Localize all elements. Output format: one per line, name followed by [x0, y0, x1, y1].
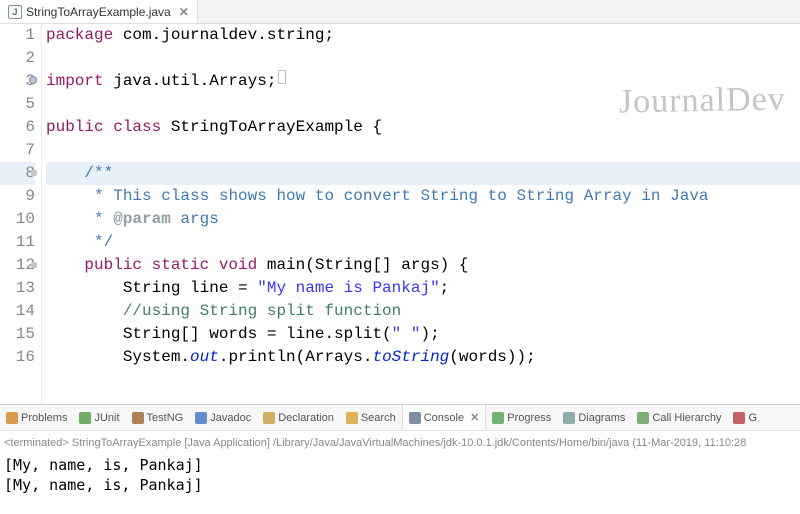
- fold-marker-icon[interactable]: [31, 170, 37, 176]
- view-tab-junit[interactable]: JUnit: [73, 405, 125, 430]
- view-tab-label: TestNG: [147, 412, 184, 424]
- view-tab-label: Declaration: [278, 412, 334, 424]
- close-icon[interactable]: ✕: [179, 5, 189, 19]
- view-tab-label: JUnit: [94, 412, 119, 424]
- java-file-icon: J: [8, 5, 22, 19]
- code-line[interactable]: * This class shows how to convert String…: [46, 185, 800, 208]
- view-tab-label: Console: [424, 412, 464, 424]
- view-tab-label: Diagrams: [578, 412, 625, 424]
- code-line[interactable]: [46, 47, 800, 70]
- view-tab-label: Progress: [507, 412, 551, 424]
- collapsed-indicator-icon[interactable]: [278, 70, 286, 84]
- testng-icon: [132, 412, 144, 424]
- javadoc-icon: [195, 412, 207, 424]
- g-icon: [733, 412, 745, 424]
- line-number: 3: [0, 70, 35, 93]
- view-tab-label: Call Hierarchy: [652, 412, 721, 424]
- code-line[interactable]: [46, 139, 800, 162]
- search-icon: [346, 412, 358, 424]
- view-tab-problems[interactable]: Problems: [0, 405, 73, 430]
- editor-tab-filename: StringToArrayExample.java: [26, 5, 171, 19]
- line-number-gutter: 1235678910111213141516: [0, 24, 42, 404]
- line-number: 2: [0, 47, 35, 70]
- progress-icon: [492, 412, 504, 424]
- line-number: 5: [0, 93, 35, 116]
- code-line[interactable]: [46, 93, 800, 116]
- code-content[interactable]: package com.journaldev.string; import jav…: [42, 24, 800, 404]
- code-line[interactable]: * @param args: [46, 208, 800, 231]
- problems-icon: [6, 412, 18, 424]
- view-tab-testng[interactable]: TestNG: [126, 405, 190, 430]
- line-number: 11: [0, 231, 35, 254]
- view-tab-label: Problems: [21, 412, 67, 424]
- close-icon[interactable]: ✕: [470, 411, 479, 424]
- view-tab-label: Javadoc: [210, 412, 251, 424]
- view-tab-call-hierarchy[interactable]: Call Hierarchy: [631, 405, 727, 430]
- console-output[interactable]: [My, name, is, Pankaj][My, name, is, Pan…: [0, 455, 800, 495]
- fold-marker-icon[interactable]: [31, 262, 37, 268]
- line-number: 9: [0, 185, 35, 208]
- editor-tab-bar: J StringToArrayExample.java ✕: [0, 0, 800, 24]
- code-line[interactable]: */: [46, 231, 800, 254]
- view-tab-diagrams[interactable]: Diagrams: [557, 405, 631, 430]
- code-line[interactable]: import java.util.Arrays;: [46, 70, 800, 93]
- editor-file-tab[interactable]: J StringToArrayExample.java ✕: [0, 0, 198, 23]
- code-line[interactable]: public static void main(String[] args) {: [46, 254, 800, 277]
- view-tab-javadoc[interactable]: Javadoc: [189, 405, 257, 430]
- view-tab-progress[interactable]: Progress: [486, 405, 557, 430]
- diagrams-icon: [563, 412, 575, 424]
- code-editor[interactable]: 1235678910111213141516 package com.journ…: [0, 24, 800, 404]
- junit-icon: [79, 412, 91, 424]
- line-number: 10: [0, 208, 35, 231]
- code-line[interactable]: String line = "My name is Pankaj";: [46, 277, 800, 300]
- view-tab-console[interactable]: Console ✕: [402, 405, 487, 430]
- code-line[interactable]: public class StringToArrayExample {: [46, 116, 800, 139]
- line-number: 14: [0, 300, 35, 323]
- code-line[interactable]: String[] words = line.split(" ");: [46, 323, 800, 346]
- console-line: [My, name, is, Pankaj]: [4, 475, 800, 495]
- view-tab-label: Search: [361, 412, 396, 424]
- console-icon: [409, 412, 421, 424]
- line-number: 7: [0, 139, 35, 162]
- view-tab-declaration[interactable]: Declaration: [257, 405, 340, 430]
- code-line[interactable]: package com.journaldev.string;: [46, 24, 800, 47]
- view-tabs-bar: Problems JUnit TestNG Javadoc Declaration Sea…: [0, 405, 800, 431]
- console-launch-info: <terminated> StringToArrayExample [Java …: [0, 431, 800, 455]
- line-number: 6: [0, 116, 35, 139]
- view-tab-g[interactable]: G: [727, 405, 763, 430]
- code-line[interactable]: /**: [46, 162, 800, 185]
- line-number: 16: [0, 346, 35, 369]
- line-number: 1: [0, 24, 35, 47]
- code-line[interactable]: //using String split function: [46, 300, 800, 323]
- view-tab-label: G: [748, 412, 757, 424]
- bottom-panel: Problems JUnit TestNG Javadoc Declaration Sea…: [0, 404, 800, 514]
- declaration-icon: [263, 412, 275, 424]
- code-line[interactable]: System.out.println(Arrays.toString(words…: [46, 346, 800, 369]
- line-number: 8: [0, 162, 35, 185]
- line-number: 15: [0, 323, 35, 346]
- console-line: [My, name, is, Pankaj]: [4, 455, 800, 475]
- line-number: 12: [0, 254, 35, 277]
- call-hierarchy-icon: [637, 412, 649, 424]
- expand-import-icon[interactable]: [29, 76, 37, 84]
- line-number: 13: [0, 277, 35, 300]
- view-tab-search[interactable]: Search: [340, 405, 402, 430]
